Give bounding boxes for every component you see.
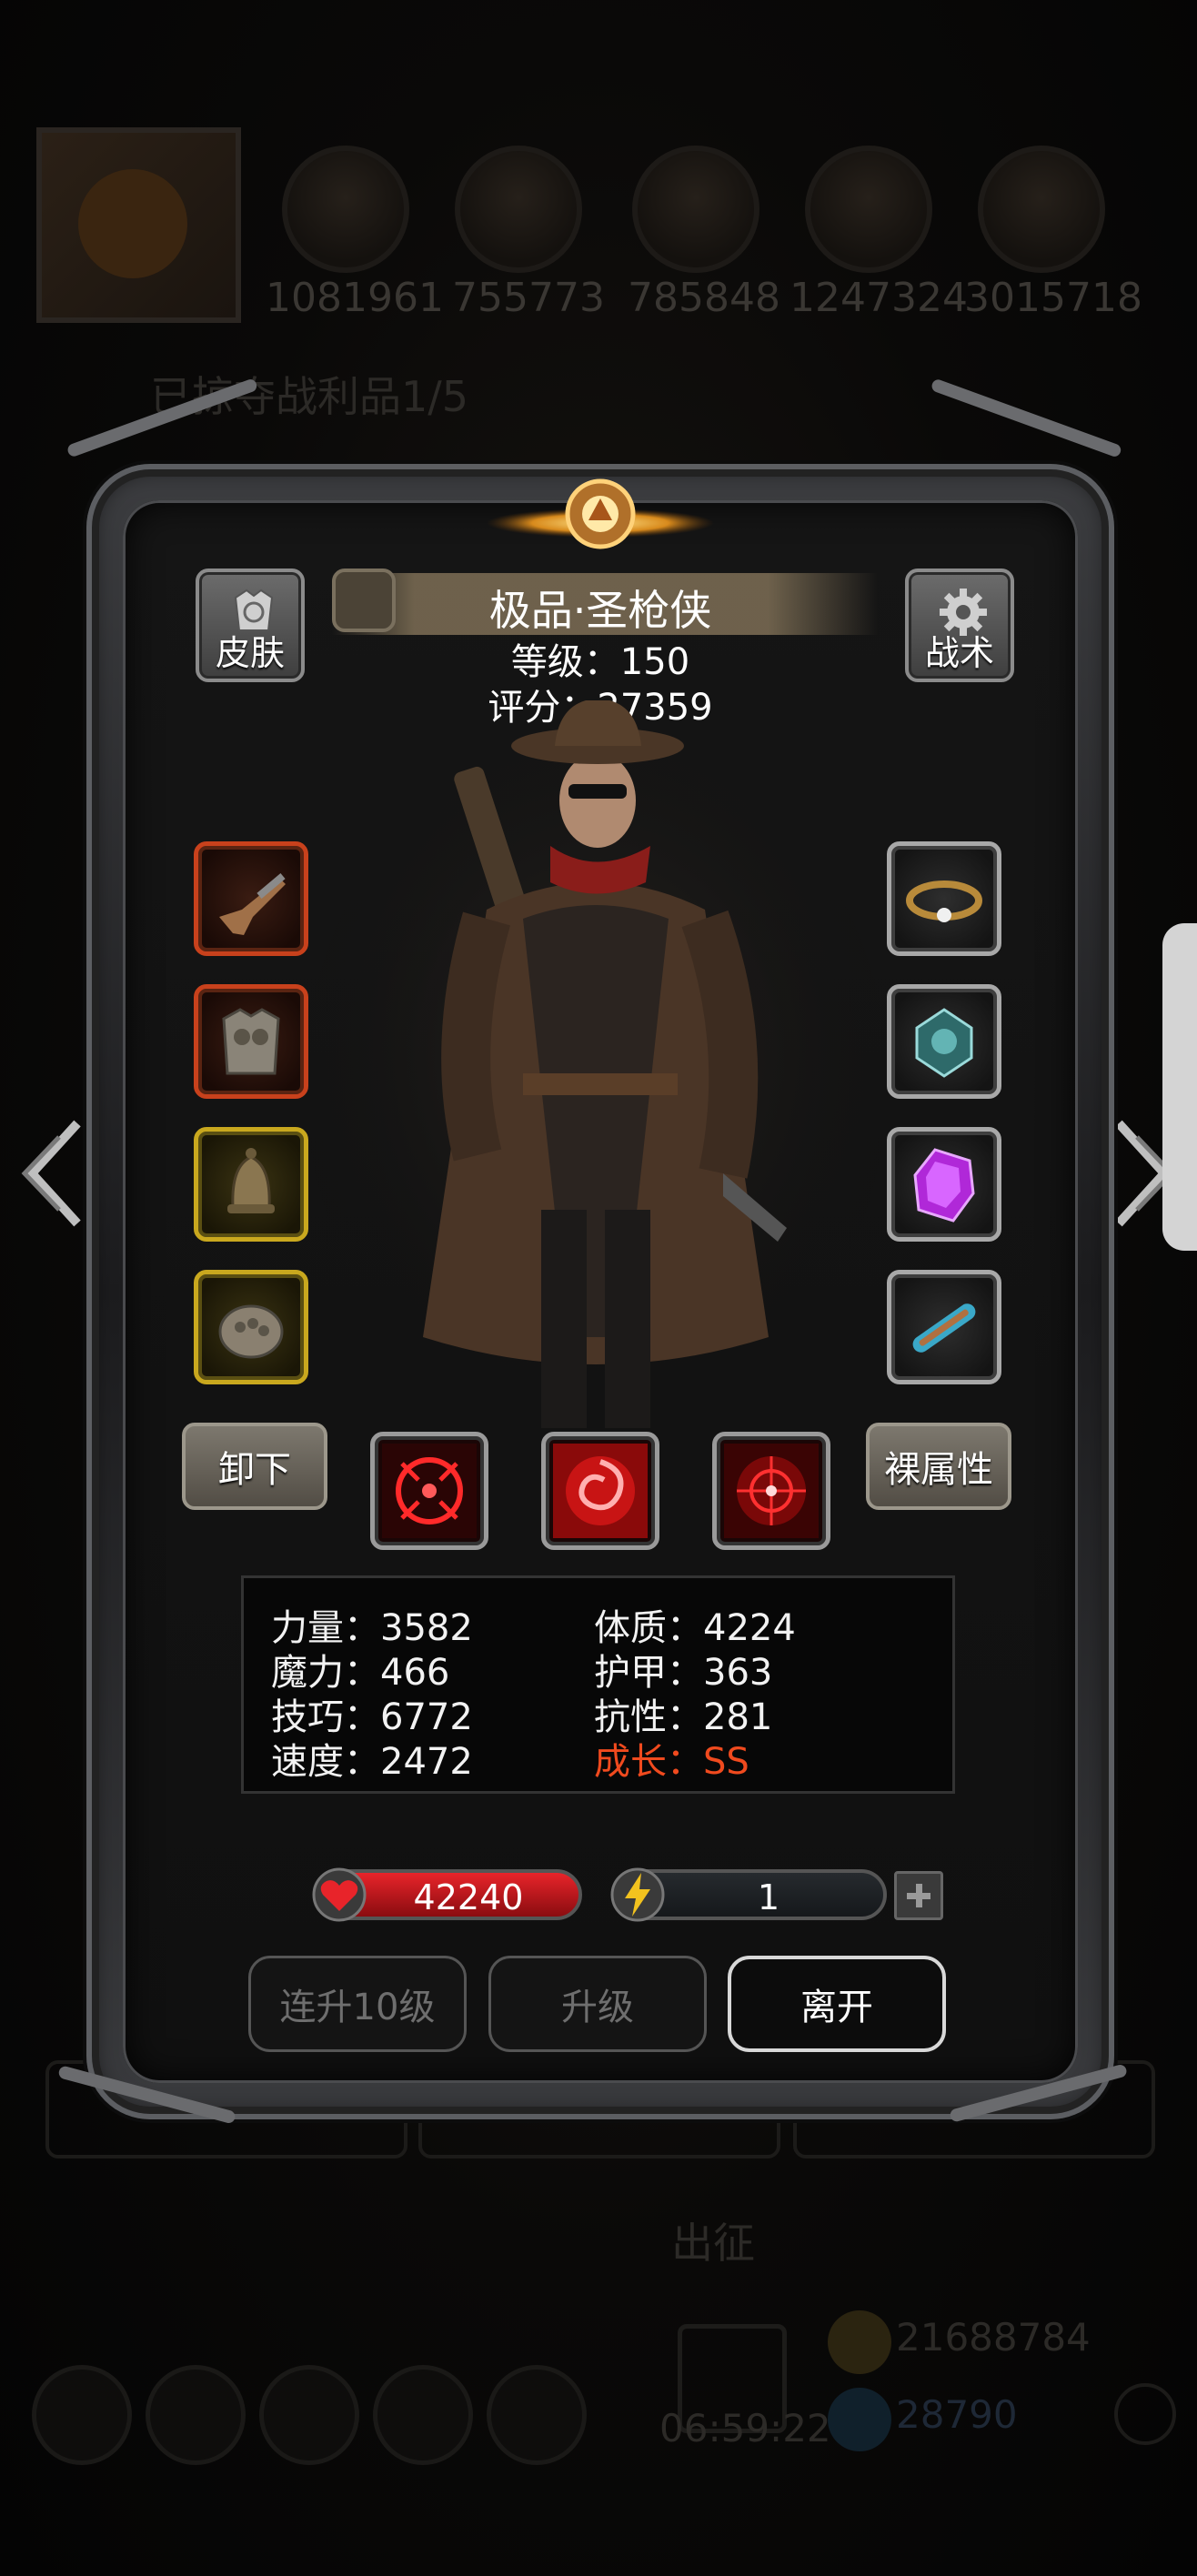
gem-amount: 28790 <box>896 2392 1018 2437</box>
lightning-icon <box>610 1867 665 1922</box>
menu-icon <box>373 2365 473 2465</box>
armor-icon <box>222 1008 280 1075</box>
crosshair-skill-icon <box>724 1444 819 1538</box>
add-icon <box>1114 2383 1176 2445</box>
ring-icon <box>906 880 982 922</box>
purple-gem-icon <box>913 1148 975 1223</box>
resource-value: 3015718 <box>964 275 1142 321</box>
resource-icon <box>978 146 1105 273</box>
base-attributes-button[interactable]: 裸属性 <box>866 1423 1011 1510</box>
skill-slot-1[interactable] <box>370 1432 488 1550</box>
gem-icon <box>828 2388 891 2451</box>
hero-detail-panel: 皮肤 战术 极品·圣枪侠 等级：150 评分：27359 <box>57 377 1128 2138</box>
skill-slot-3[interactable] <box>712 1432 830 1550</box>
resource-value: 1247324 <box>790 275 968 321</box>
pistol-icon <box>219 873 286 935</box>
upgrade-10-button[interactable]: 连升10级 <box>248 1956 467 2052</box>
hero-portrait-image <box>305 700 887 1428</box>
menu-icon <box>259 2365 359 2465</box>
scroll-charm-icon <box>912 1303 976 1353</box>
unequip-button[interactable]: 卸下 <box>182 1423 327 1510</box>
resource-icon <box>805 146 932 273</box>
timer: 06:59:22 <box>659 2406 831 2450</box>
player-portrait <box>36 127 241 323</box>
march-label: 出征 <box>671 2219 755 2268</box>
menu-icon <box>487 2365 587 2465</box>
vortex-skill-icon <box>553 1444 648 1538</box>
hero-name: 极品·圣枪侠 <box>488 586 712 635</box>
equip-slot-boots[interactable] <box>194 1270 308 1384</box>
upgrade-button[interactable]: 升级 <box>488 1956 707 2052</box>
resource-icon <box>282 146 409 273</box>
crystal-orb-icon <box>915 1008 973 1078</box>
gold-icon <box>828 2310 891 2374</box>
menu-icon <box>146 2365 246 2465</box>
heart-icon <box>312 1867 367 1922</box>
attribute-panel: 力量：3582 魔力：466 技巧：6772 速度：2472 体质：4224 护… <box>241 1575 955 1794</box>
equip-slot-armor[interactable] <box>194 984 308 1099</box>
resource-value: 755773 <box>452 275 605 321</box>
equip-slot-gem[interactable] <box>887 1127 1001 1242</box>
stat-speed: 速度：2472 <box>271 1741 473 1783</box>
resource-icon <box>455 146 582 273</box>
equip-slot-amulet[interactable] <box>887 984 1001 1099</box>
equip-slot-ring[interactable] <box>887 841 1001 956</box>
equip-slot-helmet[interactable] <box>194 1127 308 1242</box>
gold-amount: 21688784 <box>896 2315 1091 2360</box>
add-energy-button[interactable] <box>894 1871 943 1920</box>
bell-helmet-icon <box>227 1148 275 1213</box>
hp-value: 42240 <box>413 1877 524 1917</box>
resource-value: 1081961 <box>266 275 444 321</box>
equip-slot-weapon[interactable] <box>194 841 308 956</box>
rank-emblem-icon <box>487 478 714 549</box>
side-scroll-handle[interactable] <box>1162 923 1197 1251</box>
leave-button[interactable]: 离开 <box>728 1956 946 2052</box>
gauntlet-icon <box>218 1304 284 1359</box>
stat-growth: 成长：SS <box>594 1741 749 1783</box>
resource-icon <box>632 146 759 273</box>
resource-value: 785848 <box>628 275 780 321</box>
skill-slot-2[interactable] <box>541 1432 659 1550</box>
energy-value: 1 <box>757 1877 780 1917</box>
target-skill-icon <box>382 1444 477 1538</box>
prev-hero-arrow-icon[interactable] <box>14 1114 96 1233</box>
menu-icon <box>32 2365 132 2465</box>
equip-slot-charm[interactable] <box>887 1270 1001 1384</box>
